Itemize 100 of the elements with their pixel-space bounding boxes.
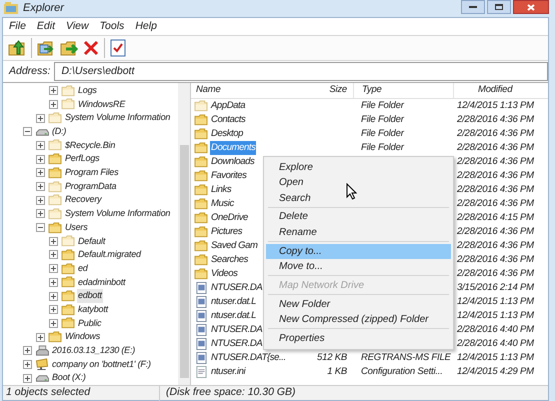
column-header[interactable]: Size [277, 82, 353, 98]
tree-item[interactable]: 2016.03.13_1230 (E:) [51, 344, 136, 358]
file-name[interactable]: NTUSER.DA [210, 280, 264, 295]
file-name[interactable]: NTUSER.DA [210, 336, 264, 351]
tree-item[interactable]: (D:) [51, 125, 68, 139]
file-icon [194, 282, 208, 294]
file-name[interactable]: Music [210, 196, 235, 211]
menu-item[interactable]: Explore [266, 160, 451, 175]
expand-icon[interactable] [36, 140, 45, 150]
file-name[interactable]: Pictures [210, 224, 244, 239]
tree-item[interactable]: edbott [77, 289, 103, 303]
file-name[interactable]: Desktop [210, 126, 244, 141]
menu-item[interactable]: File [9, 18, 26, 34]
expand-icon[interactable] [49, 100, 58, 109]
tree-item[interactable]: System Volume Information [64, 111, 172, 125]
folder-icon [194, 212, 208, 224]
menu-item[interactable]: New Folder [266, 296, 451, 312]
expand-icon[interactable] [23, 374, 32, 383]
file-name[interactable]: Searches [210, 252, 249, 267]
expand-icon[interactable] [49, 250, 58, 260]
expand-icon[interactable] [36, 332, 45, 342]
expand-icon[interactable] [36, 154, 45, 164]
table-cell: 2/28/2016 4:36 PM [457, 226, 534, 237]
menu-item[interactable]: Open [266, 175, 451, 190]
tree-item[interactable]: WindowsRE [77, 98, 126, 112]
file-name[interactable]: AppData [210, 98, 246, 113]
file-name[interactable]: Downloads [210, 154, 256, 169]
file-name[interactable]: Videos [210, 266, 238, 281]
collapse-icon[interactable] [36, 223, 45, 232]
tree-item[interactable]: PerfLogs [64, 152, 100, 166]
menu-item[interactable]: Tools [100, 18, 124, 34]
expand-icon[interactable] [49, 318, 58, 328]
tree-item[interactable]: Default.migrated [77, 248, 142, 262]
app-icon [4, 2, 18, 14]
expand-icon[interactable] [49, 264, 58, 274]
file-name[interactable]: OneDrive [210, 210, 249, 225]
tree-item[interactable]: Windows [64, 330, 102, 344]
tree-item[interactable]: System Volume Information [64, 207, 172, 221]
move-folder-icon[interactable] [60, 38, 78, 57]
menu-item[interactable]: Help [135, 18, 157, 34]
tree-item[interactable]: $Recycle.Bin [64, 138, 116, 152]
expand-icon[interactable] [36, 168, 45, 178]
column-header[interactable]: Name [191, 82, 277, 98]
file-name[interactable]: Links [210, 182, 232, 197]
file-name[interactable]: ntuser.dat.L [210, 294, 258, 309]
tree-item[interactable]: Recovery [64, 193, 102, 207]
tree-item[interactable]: katybott [77, 302, 109, 316]
menu-item[interactable]: Move to... [266, 259, 451, 274]
expand-icon[interactable] [23, 346, 32, 356]
menu-item[interactable]: New Compressed (zipped) Folder [266, 312, 451, 327]
minimize-button[interactable] [461, 0, 485, 14]
file-name[interactable]: NTUSER.DA [210, 322, 264, 337]
expand-icon[interactable] [49, 292, 58, 301]
expand-icon[interactable] [36, 196, 45, 205]
maximize-button[interactable] [487, 0, 511, 14]
address-field[interactable]: D:\Users\edbott [54, 62, 548, 81]
scrollbar[interactable] [178, 82, 190, 385]
file-name[interactable]: NTUSER.DAT{se... [210, 350, 287, 365]
tree-item[interactable]: Public [77, 316, 102, 330]
file-name[interactable]: Favorites [210, 168, 248, 183]
copy-folder-icon[interactable] [37, 38, 55, 57]
menu-item[interactable]: View [66, 18, 89, 34]
column-header[interactable]: Type [353, 82, 453, 98]
tree-item[interactable]: company on 'bottnet1' (F:) [51, 358, 152, 372]
file-name[interactable]: ntuser.ini [210, 364, 246, 379]
folder-icon [194, 268, 208, 280]
expand-icon[interactable] [36, 209, 45, 218]
file-name[interactable]: Contacts [210, 112, 246, 127]
tree-item[interactable]: ed [77, 262, 89, 276]
expand-icon[interactable] [36, 114, 45, 123]
expand-icon[interactable] [49, 305, 58, 314]
file-icon [194, 324, 208, 336]
close-button[interactable] [513, 0, 549, 14]
menu-item[interactable]: Search [266, 190, 451, 206]
file-name[interactable]: ntuser.dat.L [210, 308, 258, 323]
tree-item[interactable]: Default [77, 234, 106, 248]
menu-item[interactable]: Copy to... [266, 244, 451, 259]
tree-item[interactable]: Logs [77, 84, 98, 98]
collapse-icon[interactable] [23, 127, 32, 136]
scrollbar-thumb[interactable] [180, 144, 188, 378]
column-header[interactable]: Modified [453, 82, 548, 98]
expand-icon[interactable] [23, 360, 32, 369]
expand-icon[interactable] [36, 182, 45, 192]
folder-up-icon[interactable] [8, 38, 26, 57]
properties-icon[interactable] [110, 38, 126, 57]
table-cell: File Folder [361, 128, 404, 139]
expand-icon[interactable] [49, 278, 58, 287]
expand-icon[interactable] [49, 236, 58, 246]
tree-item[interactable]: Boot (X:) [51, 371, 87, 385]
tree-item[interactable]: ProgramData [64, 180, 118, 194]
delete-icon[interactable] [83, 40, 99, 56]
tree-item[interactable]: edadminbott [77, 276, 126, 290]
tree-item[interactable]: Users [64, 220, 89, 234]
file-name[interactable]: Saved Gam [210, 238, 259, 253]
menu-item[interactable]: Rename [266, 224, 451, 240]
menu-item[interactable]: Edit [36, 18, 56, 34]
expand-icon[interactable] [49, 86, 58, 96]
menu-item[interactable]: Properties [266, 330, 451, 346]
tree-item[interactable]: Program Files [64, 166, 120, 180]
menu-item[interactable]: Delete [266, 209, 451, 224]
